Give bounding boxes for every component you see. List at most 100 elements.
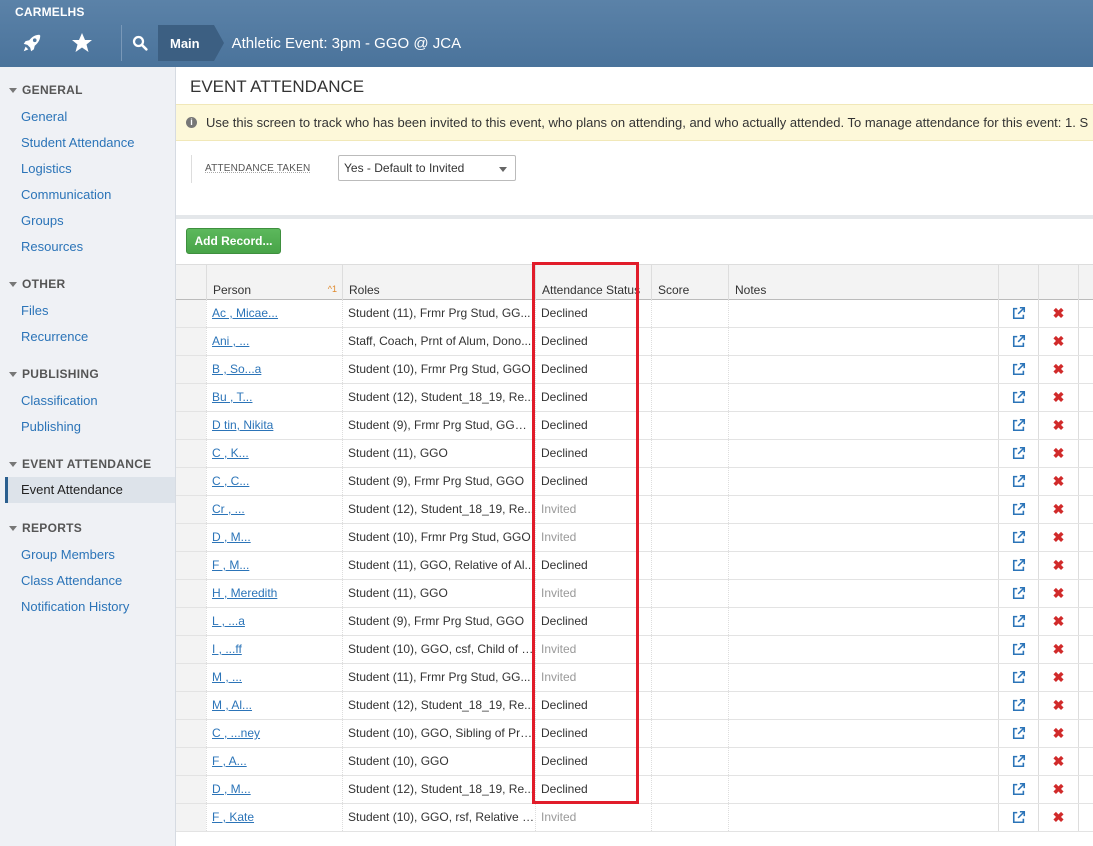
person-link[interactable]: F , M... [212,558,249,572]
notes-cell[interactable] [728,440,998,467]
person-link[interactable]: Ani , ... [212,334,249,348]
person-link[interactable]: C , K... [212,446,249,460]
notes-cell[interactable] [728,804,998,831]
sidebar-item-classification[interactable]: Classification [21,393,98,408]
delete-x-icon[interactable]: ✖ [1038,496,1078,523]
delete-x-icon[interactable]: ✖ [1038,692,1078,719]
sidebar-item-student-attendance[interactable]: Student Attendance [21,135,134,150]
notes-cell[interactable] [728,384,998,411]
score-cell[interactable] [651,608,728,635]
delete-x-icon[interactable]: ✖ [1038,412,1078,439]
score-cell[interactable] [651,748,728,775]
notes-cell[interactable] [728,720,998,747]
score-cell[interactable] [651,776,728,803]
score-cell[interactable] [651,384,728,411]
person-link[interactable]: I , ...ff [212,642,242,656]
score-cell[interactable] [651,720,728,747]
external-link-icon[interactable] [998,636,1038,663]
person-link[interactable]: C , ...ney [212,726,260,740]
score-cell[interactable] [651,692,728,719]
delete-x-icon[interactable]: ✖ [1038,328,1078,355]
person-link[interactable]: C , C... [212,474,249,488]
score-cell[interactable] [651,356,728,383]
attendance-status-cell[interactable]: Declined [535,468,651,495]
attendance-status-cell[interactable]: Declined [535,720,651,747]
delete-x-icon[interactable]: ✖ [1038,776,1078,803]
external-link-icon[interactable] [998,580,1038,607]
attendance-status-cell[interactable]: Declined [535,608,651,635]
person-link[interactable]: H , Meredith [212,586,277,600]
attendance-status-cell[interactable]: Declined [535,384,651,411]
row-select-cell[interactable] [176,328,206,355]
attendance-status-cell[interactable]: Declined [535,356,651,383]
score-cell[interactable] [651,328,728,355]
delete-x-icon[interactable]: ✖ [1038,580,1078,607]
attendance-status-cell[interactable]: Declined [535,300,651,327]
score-cell[interactable] [651,804,728,831]
row-select-cell[interactable] [176,496,206,523]
attendance-status-cell[interactable]: Declined [535,692,651,719]
sidebar-section-event-attendance[interactable]: EVENT ATTENDANCE [9,457,151,471]
score-cell[interactable] [651,552,728,579]
sidebar-section-general[interactable]: GENERAL [9,83,83,97]
row-select-cell[interactable] [176,692,206,719]
attendance-status-cell[interactable]: Invited [535,636,651,663]
breadcrumb-main[interactable]: Main [158,25,224,61]
person-link[interactable]: M , ... [212,670,242,684]
attendance-status-cell[interactable]: Invited [535,804,651,831]
search-icon[interactable] [121,25,158,61]
row-select-cell[interactable] [176,720,206,747]
person-link[interactable]: B , So...a [212,362,261,376]
delete-x-icon[interactable]: ✖ [1038,468,1078,495]
external-link-icon[interactable] [998,328,1038,355]
notes-cell[interactable] [728,496,998,523]
external-link-icon[interactable] [998,720,1038,747]
column-header-attendance-status[interactable]: Attendance Status [535,265,651,300]
sidebar-item-recurrence[interactable]: Recurrence [21,329,88,344]
score-cell[interactable] [651,636,728,663]
delete-x-icon[interactable]: ✖ [1038,720,1078,747]
sidebar-item-logistics[interactable]: Logistics [21,161,72,176]
external-link-icon[interactable] [998,412,1038,439]
notes-cell[interactable] [728,580,998,607]
attendance-taken-select[interactable]: Yes - Default to Invited [338,155,516,181]
delete-x-icon[interactable]: ✖ [1038,748,1078,775]
person-link[interactable]: Ac , Micae... [212,306,278,320]
notes-cell[interactable] [728,636,998,663]
notes-cell[interactable] [728,552,998,579]
attendance-status-cell[interactable]: Declined [535,412,651,439]
sidebar-item-publishing[interactable]: Publishing [21,419,81,434]
attendance-status-cell[interactable]: Declined [535,776,651,803]
delete-x-icon[interactable]: ✖ [1038,552,1078,579]
sidebar-item-notification-history[interactable]: Notification History [21,599,129,614]
sidebar-item-general[interactable]: General [21,109,67,124]
star-icon[interactable] [64,25,100,61]
external-link-icon[interactable] [998,440,1038,467]
sidebar-section-publishing[interactable]: PUBLISHING [9,367,99,381]
person-link[interactable]: D , M... [212,782,251,796]
row-select-cell[interactable] [176,384,206,411]
delete-x-icon[interactable]: ✖ [1038,636,1078,663]
sidebar-item-groups[interactable]: Groups [21,213,64,228]
notes-cell[interactable] [728,468,998,495]
notes-cell[interactable] [728,608,998,635]
external-link-icon[interactable] [998,664,1038,691]
row-select-cell[interactable] [176,440,206,467]
row-select-cell[interactable] [176,636,206,663]
column-header-score[interactable]: Score [651,265,728,300]
notes-cell[interactable] [728,776,998,803]
column-header-roles[interactable]: Roles [342,265,535,300]
row-select-cell[interactable] [176,300,206,327]
row-select-cell[interactable] [176,356,206,383]
external-link-icon[interactable] [998,356,1038,383]
attendance-status-cell[interactable]: Invited [535,580,651,607]
score-cell[interactable] [651,468,728,495]
attendance-status-cell[interactable]: Invited [535,496,651,523]
attendance-status-cell[interactable]: Invited [535,664,651,691]
person-link[interactable]: M , Al... [212,698,252,712]
sidebar-section-other[interactable]: OTHER [9,277,66,291]
attendance-status-cell[interactable]: Declined [535,328,651,355]
attendance-status-cell[interactable]: Declined [535,552,651,579]
person-link[interactable]: D tin, Nikita [212,418,273,432]
row-select-cell[interactable] [176,608,206,635]
